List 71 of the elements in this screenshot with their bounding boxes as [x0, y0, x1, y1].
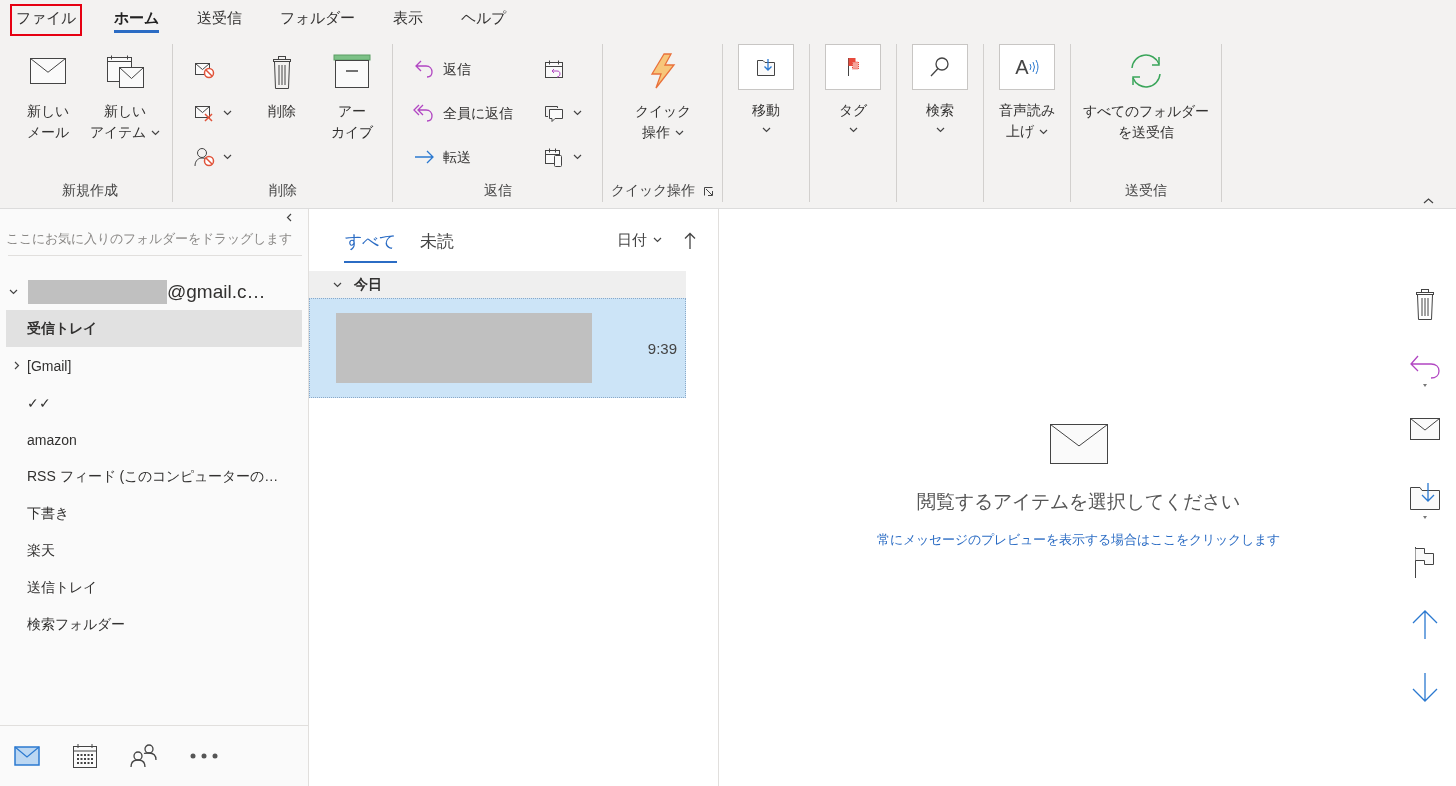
message-time: 9:39 [647, 339, 678, 357]
ribbon-button[interactable]: 転送 [411, 145, 515, 169]
folder-item[interactable]: amazon [6, 421, 302, 458]
folder-item[interactable]: 受信トレイ [6, 310, 302, 347]
more-icon[interactable] [190, 753, 218, 759]
filter-tab[interactable]: 未読 [419, 217, 455, 263]
filter-tab[interactable]: すべて [344, 217, 397, 263]
reply-all-icon [413, 102, 435, 124]
menu-tab[interactable]: 送受信 [191, 4, 248, 36]
menu-tab[interactable]: ホーム [108, 4, 165, 36]
ribbon-button[interactable]: すべてのフォルダー を送受信 [1079, 44, 1213, 180]
empty-state-message: 閲覧するアイテムを選択してください [917, 490, 1240, 514]
reply-icon[interactable] [1409, 353, 1441, 387]
folder-label[interactable]: [Gmail] [27, 357, 72, 374]
ribbon-button[interactable]: タグ [818, 44, 888, 180]
flag-icon[interactable] [1413, 545, 1437, 579]
chevron-right-icon[interactable] [14, 361, 20, 370]
ribbon-button[interactable]: 移動 [731, 44, 801, 180]
group-label: 返信 [483, 182, 512, 200]
group-label: クイック操作 [611, 182, 695, 200]
calendar-phone-icon [543, 146, 565, 168]
menu-tab[interactable]: ヘルプ [455, 4, 512, 36]
sort-direction-arrow-icon[interactable] [684, 231, 696, 249]
ribbon-button[interactable]: 返信 [411, 57, 515, 81]
chevron-down-icon [653, 237, 662, 243]
ribbon-button[interactable]: 検索 [905, 44, 975, 180]
arrow-up-icon[interactable] [1411, 609, 1439, 639]
favorites-hint: ここにお気に入りのフォルダーをドラッグします [6, 230, 292, 248]
sort-button[interactable]: 日付 [617, 230, 662, 250]
ribbon-button[interactable]: 削除 [250, 44, 314, 180]
ribbon-button[interactable]: アー カイブ [320, 44, 384, 180]
collapse-pane-icon[interactable] [286, 213, 292, 222]
folder-item[interactable]: 送信トレイ [6, 569, 302, 606]
preview-link[interactable]: 常にメッセージのプレビューを表示する場合はここをクリックします [877, 531, 1280, 549]
folder-item[interactable]: 検索フォルダー [6, 606, 302, 643]
folder-item[interactable]: ✓✓ [6, 384, 302, 421]
menu-tab[interactable]: ファイル [10, 4, 82, 36]
folder-item[interactable]: 楽天 [6, 532, 302, 569]
ribbon-button[interactable]: クイック 操作 [630, 44, 695, 180]
folder-item[interactable]: RSS フィード (このコンピューターの… [6, 458, 302, 495]
group-label: 今日 [354, 275, 382, 294]
collapse-ribbon-icon[interactable] [1423, 198, 1434, 204]
menu-tab[interactable]: 表示 [387, 4, 429, 36]
group-label: 削除 [268, 182, 297, 200]
sound-waves-icon [1028, 57, 1039, 77]
ribbon-button[interactable]: 新しい メール [16, 44, 80, 180]
ribbon-button[interactable] [191, 145, 234, 169]
calendar-icon[interactable] [72, 743, 98, 769]
reply-icon [413, 58, 435, 80]
ribbon-button[interactable]: 全員に返信 [411, 101, 515, 125]
group-label: 新規作成 [62, 182, 118, 200]
ribbon-button[interactable]: 新しい アイテム [86, 44, 164, 180]
menu-tab[interactable]: フォルダー [274, 4, 361, 36]
dialog-launcher-icon[interactable] [703, 185, 714, 197]
calendar-reply-icon [543, 58, 565, 80]
trash-icon[interactable] [1413, 289, 1437, 323]
mail-icon[interactable] [1409, 417, 1441, 441]
folder-item[interactable]: 下書き [6, 495, 302, 532]
people-icon[interactable] [130, 744, 158, 768]
ribbon-button[interactable]: A 音声読み 上げ [992, 44, 1062, 180]
search-icon [928, 55, 952, 79]
chevron-down-icon[interactable] [9, 289, 18, 295]
archive-box-icon [332, 51, 372, 91]
group-header[interactable]: 今日 [309, 271, 686, 298]
blocked-person-icon [193, 146, 215, 168]
account-name[interactable]: @gmail.c… [167, 281, 266, 303]
group-label: 送受信 [1125, 182, 1167, 200]
envelope-icon [1048, 423, 1109, 465]
arrow-down-icon[interactable] [1411, 673, 1439, 703]
move-to-folder-icon[interactable] [1409, 481, 1441, 519]
message-item[interactable]: 9:39 [309, 298, 686, 398]
